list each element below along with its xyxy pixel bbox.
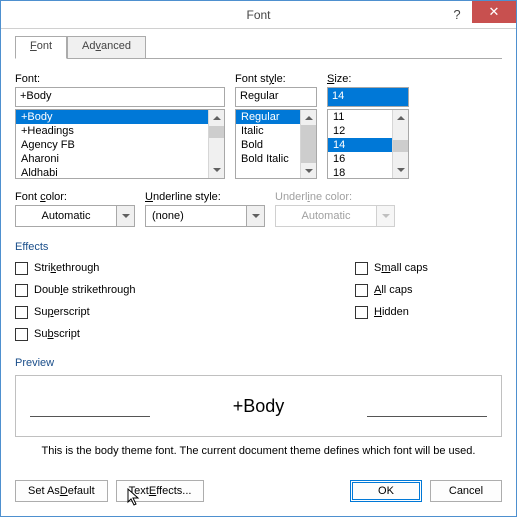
list-item[interactable]: 11: [328, 110, 392, 124]
preview-text: +Body: [233, 396, 285, 417]
font-color-combo[interactable]: Automatic: [15, 205, 135, 227]
list-item[interactable]: Agency FB: [16, 138, 208, 152]
list-item[interactable]: +Body: [16, 110, 208, 124]
scroll-up-icon[interactable]: [393, 110, 408, 126]
underline-label: Underline style:: [145, 191, 265, 203]
font-list[interactable]: +Body +Headings Agency FB Aharoni Aldhab…: [15, 109, 225, 179]
preview-box: +Body: [15, 375, 502, 437]
size-list[interactable]: 11 12 14 16 18: [327, 109, 409, 179]
scroll-down-icon[interactable]: [301, 163, 316, 178]
scroll-thumb[interactable]: [209, 126, 224, 138]
scrollbar[interactable]: [392, 110, 408, 178]
ok-button[interactable]: OK: [350, 480, 422, 502]
scroll-up-icon[interactable]: [209, 110, 224, 126]
titlebar: Font ? ✕: [1, 1, 516, 29]
tab-strip: Font Advanced: [15, 35, 502, 59]
window-title: Font: [246, 8, 270, 22]
scroll-thumb[interactable]: [393, 140, 408, 152]
underline-color-label: Underline color:: [275, 191, 395, 203]
list-item[interactable]: Regular: [236, 110, 300, 124]
font-label: Font:: [15, 73, 225, 85]
preview-description: This is the body theme font. The current…: [15, 445, 502, 457]
set-as-default-button[interactable]: Set As Default: [15, 480, 108, 502]
subscript-checkbox[interactable]: Subscript: [15, 325, 355, 343]
scroll-thumb[interactable]: [301, 125, 316, 163]
underline-style-combo[interactable]: (none): [145, 205, 265, 227]
double-strikethrough-checkbox[interactable]: Double strikethrough: [15, 281, 355, 299]
font-input[interactable]: +Body: [15, 87, 225, 107]
preview-line: [367, 416, 487, 417]
list-item[interactable]: Bold: [236, 138, 300, 152]
scroll-up-icon[interactable]: [301, 110, 316, 125]
list-item[interactable]: 12: [328, 124, 392, 138]
style-list[interactable]: Regular Italic Bold Bold Italic: [235, 109, 317, 179]
superscript-checkbox[interactable]: Superscript: [15, 303, 355, 321]
close-button[interactable]: ✕: [472, 1, 516, 23]
list-item[interactable]: 16: [328, 152, 392, 166]
hidden-checkbox[interactable]: Hidden: [355, 303, 428, 321]
chevron-down-icon: [116, 206, 134, 226]
scrollbar[interactable]: [208, 110, 224, 178]
underline-color-combo: Automatic: [275, 205, 395, 227]
scroll-down-icon[interactable]: [209, 162, 224, 178]
list-item[interactable]: Aharoni: [16, 152, 208, 166]
scroll-down-icon[interactable]: [393, 162, 408, 178]
chevron-down-icon: [246, 206, 264, 226]
style-input[interactable]: Regular: [235, 87, 317, 107]
list-item[interactable]: Aldhabi: [16, 166, 208, 179]
effects-group-label: Effects: [15, 241, 502, 253]
help-button[interactable]: ?: [442, 3, 472, 25]
list-item[interactable]: 14: [328, 138, 392, 152]
font-dialog: Font ? ✕ Font Advanced Font: +Body +Body…: [0, 0, 517, 517]
strikethrough-checkbox[interactable]: Strikethrough: [15, 259, 355, 277]
list-item[interactable]: Bold Italic: [236, 152, 300, 166]
color-label: Font color:: [15, 191, 135, 203]
tab-font[interactable]: Font: [15, 36, 67, 59]
size-input[interactable]: 14: [327, 87, 409, 107]
combo-value: Automatic: [16, 210, 116, 222]
preview-group-label: Preview: [15, 357, 502, 369]
combo-value: (none): [146, 210, 246, 222]
preview-line: [30, 416, 150, 417]
size-label: Size:: [327, 73, 409, 85]
text-effects-button[interactable]: Text Effects...: [116, 480, 205, 502]
smallcaps-checkbox[interactable]: Small caps: [355, 259, 428, 277]
tab-advanced[interactable]: Advanced: [67, 36, 146, 59]
scrollbar[interactable]: [300, 110, 316, 178]
list-item[interactable]: 18: [328, 166, 392, 179]
cancel-button[interactable]: Cancel: [430, 480, 502, 502]
list-item[interactable]: Italic: [236, 124, 300, 138]
style-label: Font style:: [235, 73, 317, 85]
chevron-down-icon: [376, 206, 394, 226]
allcaps-checkbox[interactable]: All caps: [355, 281, 428, 299]
list-item[interactable]: +Headings: [16, 124, 208, 138]
combo-value: Automatic: [276, 210, 376, 222]
